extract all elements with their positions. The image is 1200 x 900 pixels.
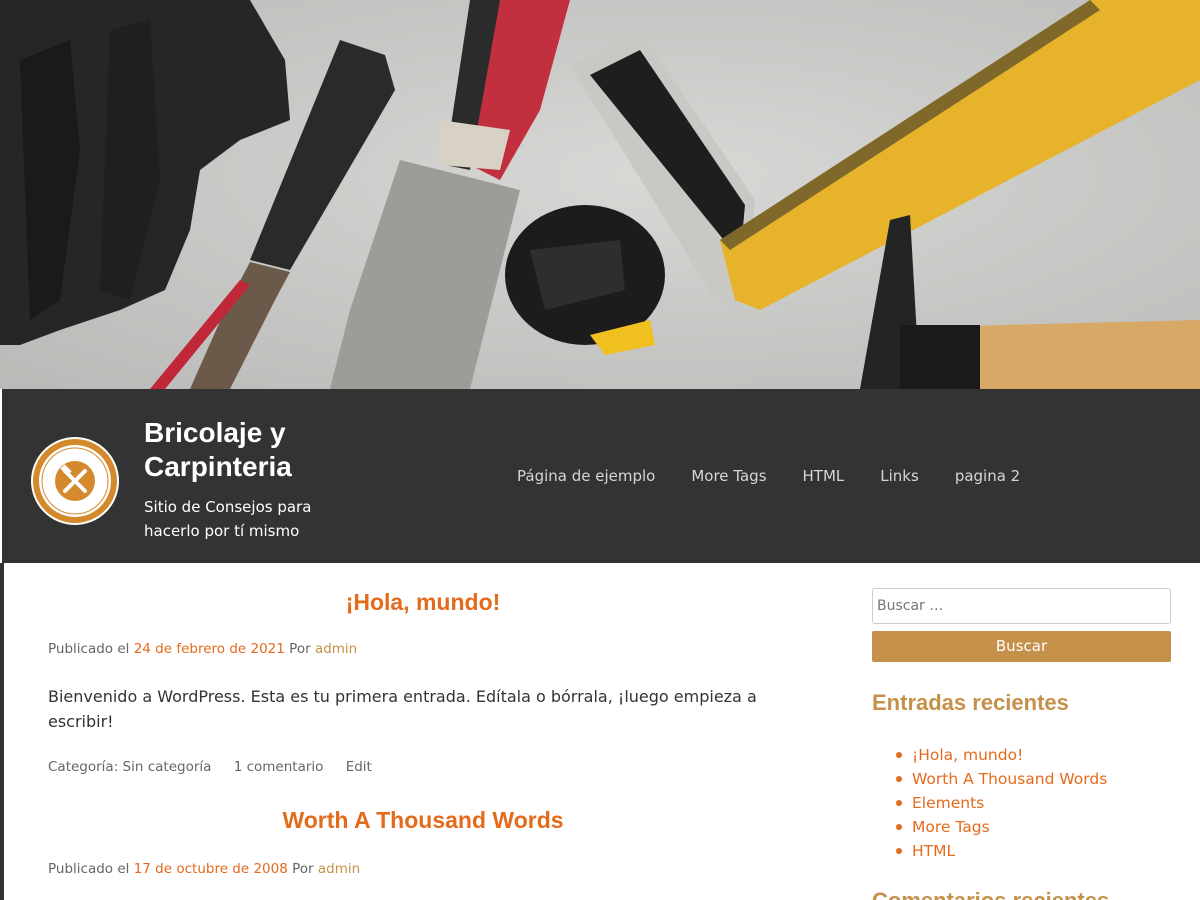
post-comments-link[interactable]: 1 comentario: [234, 759, 324, 775]
recent-posts-title: Entradas recientes: [872, 690, 1069, 715]
recent-comments-title: Comentarios recientes: [872, 888, 1109, 900]
recent-post-item[interactable]: Worth A Thousand Words: [896, 767, 1107, 791]
site-header: Bricolaje y Carpinteria Sitio de Consejo…: [2, 389, 1200, 563]
nav-item-html[interactable]: HTML: [803, 467, 845, 485]
nav-item-pagina-2[interactable]: pagina 2: [955, 467, 1020, 485]
post-author-link[interactable]: admin: [315, 641, 357, 657]
recent-post-link[interactable]: Worth A Thousand Words: [912, 770, 1107, 788]
post-edit-link[interactable]: Edit: [346, 759, 372, 775]
post-excerpt: Bienvenido a WordPress. Esta es tu prime…: [48, 687, 757, 731]
nav-item-links[interactable]: Links: [880, 467, 919, 485]
recent-post-item[interactable]: ¡Hola, mundo!: [896, 743, 1107, 767]
carpentry-logo-icon: [33, 439, 117, 523]
search-input[interactable]: [872, 588, 1171, 624]
meta-prefix: Publicado el: [48, 861, 130, 877]
main-navigation: Página de ejemplo More Tags HTML Links p…: [499, 467, 1038, 485]
meta-prefix: Publicado el: [48, 641, 130, 657]
bullet-icon: [896, 800, 902, 806]
site-description: Sitio de Consejos para hacerlo por tí mi…: [144, 498, 312, 540]
bullet-icon: [896, 824, 902, 830]
recent-post-link[interactable]: HTML: [912, 842, 955, 860]
header-image: [0, 0, 1200, 389]
recent-post-link[interactable]: Elements: [912, 794, 984, 812]
nav-item-pagina-de-ejemplo[interactable]: Página de ejemplo: [517, 467, 655, 485]
post-meta: Publicado el 24 de febrero de 2021 Por a…: [48, 641, 798, 657]
tools-illustration: [0, 0, 1200, 389]
recent-post-link[interactable]: ¡Hola, mundo!: [912, 746, 1023, 764]
site-logo[interactable]: [31, 437, 119, 525]
post-meta: Publicado el 17 de octubre de 2008 Por a…: [48, 861, 798, 877]
nav-item-more-tags[interactable]: More Tags: [691, 467, 766, 485]
recent-post-link[interactable]: More Tags: [912, 818, 990, 836]
meta-by: Por: [292, 861, 314, 877]
bullet-icon: [896, 848, 902, 854]
post-category-link[interactable]: Categoría: Sin categoría: [48, 759, 211, 775]
recent-post-item[interactable]: More Tags: [896, 815, 1107, 839]
post-date-link[interactable]: 24 de febrero de 2021: [134, 641, 285, 657]
meta-by: Por: [289, 641, 311, 657]
post-title[interactable]: ¡Hola, mundo!: [48, 589, 798, 616]
post: Worth A Thousand Words: [48, 807, 798, 834]
bullet-icon: [896, 776, 902, 782]
bullet-icon: [896, 752, 902, 758]
post-footer: Categoría: Sin categoría 1 comentario Ed…: [48, 759, 798, 775]
post: ¡Hola, mundo!: [48, 589, 798, 616]
post-title[interactable]: Worth A Thousand Words: [48, 807, 798, 834]
recent-post-item[interactable]: Elements: [896, 791, 1107, 815]
recent-posts-list: ¡Hola, mundo! Worth A Thousand Words Ele…: [896, 743, 1107, 863]
post-author-link[interactable]: admin: [318, 861, 360, 877]
site-title[interactable]: Bricolaje y Carpinteria: [144, 416, 364, 484]
post-date-link[interactable]: 17 de octubre de 2008: [134, 861, 288, 877]
recent-post-item[interactable]: HTML: [896, 839, 1107, 863]
search-button[interactable]: Buscar: [872, 631, 1171, 662]
